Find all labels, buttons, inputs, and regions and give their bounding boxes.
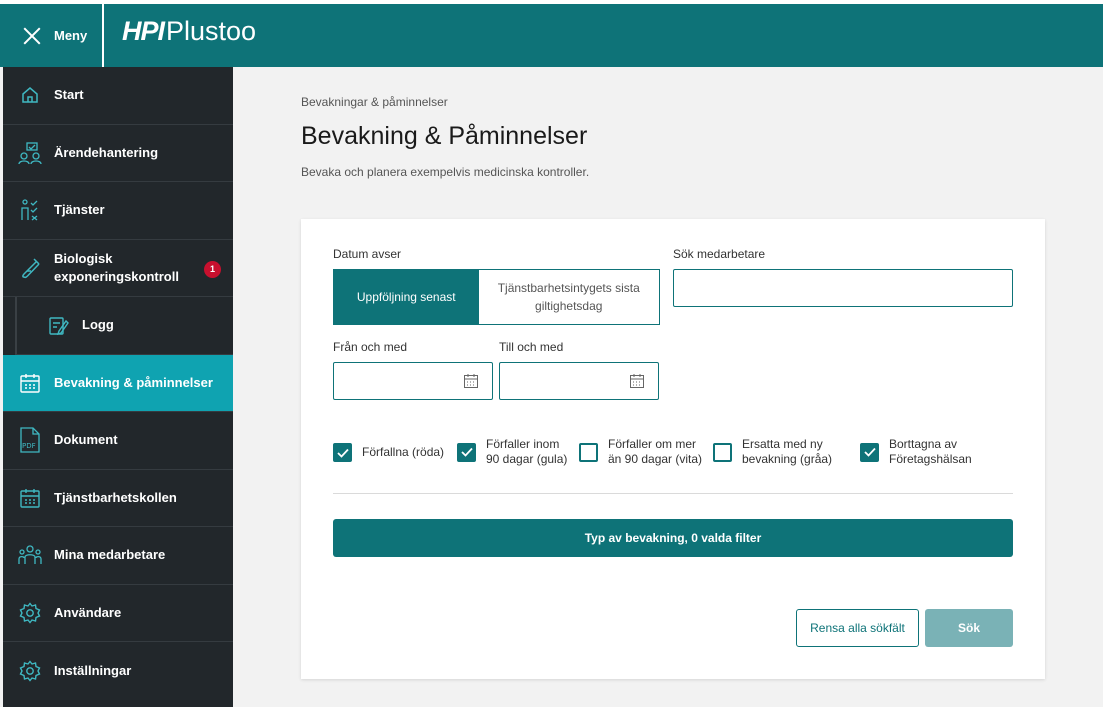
- main-content: Bevakningar & påminnelser Bevakning & På…: [233, 67, 1103, 707]
- checkbox-box[interactable]: [457, 442, 476, 462]
- sidebar-item-tjanstbarhetskollen[interactable]: Tjänstbarhetskollen: [3, 470, 233, 527]
- pdf-icon: PDF: [18, 427, 42, 453]
- from-date-field: [333, 362, 493, 400]
- sidebar-item-arendehantering[interactable]: Ärendehantering: [3, 125, 233, 182]
- to-date-label: Till och med: [499, 340, 564, 354]
- clear-fields-button[interactable]: Rensa alla sökfält: [796, 609, 919, 647]
- logo[interactable]: HPI Plustoo: [122, 16, 256, 47]
- checkbox-forfaller-om-mer-90[interactable]: Förfaller om mer än 90 dagar (vita): [579, 437, 708, 467]
- close-icon: [22, 26, 42, 46]
- sidebar-item-logg[interactable]: Logg: [15, 297, 233, 355]
- sidebar: Start Ärendehantering Tjänster Biologisk…: [3, 67, 233, 707]
- case-handling-icon: [18, 141, 42, 165]
- divider: [333, 493, 1013, 494]
- notification-badge: 1: [204, 260, 221, 278]
- gear-icon: [18, 659, 42, 683]
- page-title: Bevakning & Påminnelser: [301, 122, 588, 150]
- checkbox-box[interactable]: [860, 442, 879, 462]
- calendar-icon[interactable]: [463, 373, 479, 389]
- sidebar-item-biologisk-exponeringskontroll[interactable]: Biologisk exponeringskontroll 1: [3, 240, 233, 297]
- calendar-icon: [18, 486, 42, 510]
- to-date-field: [499, 362, 659, 400]
- search-employee-input[interactable]: [673, 269, 1013, 307]
- gear-icon: [18, 601, 42, 625]
- svg-text:PDF: PDF: [22, 442, 36, 450]
- date-option-uppfoljning[interactable]: Uppföljning senast: [334, 270, 479, 324]
- date-option-tjanstbarhetsintyg[interactable]: Tjänstbarhetsintygets sista giltighetsda…: [478, 270, 659, 324]
- menu-label: Meny: [54, 28, 88, 43]
- breadcrumb[interactable]: Bevakningar & påminnelser: [301, 95, 448, 109]
- sidebar-item-anvandare[interactable]: Användare: [3, 585, 233, 642]
- services-icon: [18, 198, 42, 222]
- checkbox-borttagna[interactable]: Borttagna av Företagshälsan: [860, 437, 989, 467]
- checkbox-box[interactable]: [713, 442, 732, 462]
- sidebar-item-bevakning[interactable]: Bevakning & påminnelser: [3, 354, 233, 412]
- checkbox-box[interactable]: [333, 443, 352, 462]
- sidebar-item-start[interactable]: Start: [3, 67, 233, 125]
- home-icon: [18, 83, 42, 107]
- from-date-label: Från och med: [333, 340, 408, 354]
- date-type-toggle: Uppföljning senast Tjänstbarhetsintygets…: [333, 269, 660, 325]
- checkbox-forfallna[interactable]: Förfallna (röda): [333, 443, 444, 462]
- people-icon: [18, 543, 42, 567]
- status-filters: Förfallna (röda) Förfaller inom 90 dagar…: [333, 437, 1023, 471]
- top-bar: Meny HPI Plustoo: [0, 0, 1103, 67]
- checkbox-box[interactable]: [579, 442, 598, 462]
- checkbox-ersatta[interactable]: Ersatta med ny bevakning (gråa): [713, 437, 842, 467]
- menu-toggle-button[interactable]: Meny: [0, 4, 104, 67]
- search-form-card: Datum avser Uppföljning senast Tjänstbar…: [301, 219, 1045, 679]
- checkbox-forfaller-inom-90[interactable]: Förfaller inom 90 dagar (gula): [457, 437, 576, 467]
- sidebar-item-mina-medarbetare[interactable]: Mina medarbetare: [3, 527, 233, 585]
- page-subtitle: Bevaka och planera exempelvis medicinska…: [301, 165, 590, 179]
- sidebar-item-dokument[interactable]: PDF Dokument: [3, 412, 233, 470]
- date-type-label: Datum avser: [333, 247, 402, 261]
- search-button[interactable]: Sök: [925, 609, 1013, 647]
- sidebar-item-installningar[interactable]: Inställningar: [3, 642, 233, 700]
- test-tube-icon: [18, 256, 42, 280]
- log-icon: [46, 313, 70, 337]
- calendar-icon: [18, 371, 42, 395]
- sidebar-item-tjanster[interactable]: Tjänster: [3, 182, 233, 240]
- filter-type-button[interactable]: Typ av bevakning, 0 valda filter: [333, 519, 1013, 557]
- search-employee-label: Sök medarbetare: [673, 247, 766, 261]
- calendar-icon[interactable]: [629, 373, 645, 389]
